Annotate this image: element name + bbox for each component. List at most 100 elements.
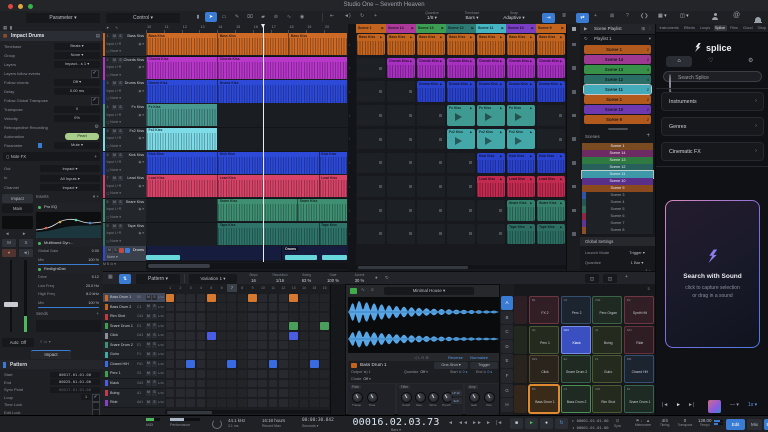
step-cell[interactable] <box>310 351 319 359</box>
routing-value[interactable]: Impact ▾ <box>40 165 100 172</box>
scene-list-item[interactable]: Scene 8 <box>582 227 653 234</box>
pad-rim-shot[interactable]: C#1Rim Shot <box>592 385 622 413</box>
track-mute-button[interactable]: M <box>112 34 117 39</box>
step-cell[interactable] <box>207 399 216 407</box>
empty-cell[interactable] <box>417 129 445 150</box>
range-tool[interactable]: ▭ <box>218 12 230 22</box>
inserts-add-icon[interactable]: ▾ + <box>93 194 99 200</box>
step-cell[interactable] <box>310 332 319 340</box>
prev-bar-button[interactable]: ◄ <box>448 420 453 426</box>
clip-cell[interactable]: Fx Kiss▶ <box>447 105 475 126</box>
inspector-row-value[interactable]: 0 <box>54 106 100 113</box>
audio-clip[interactable]: Lead Kiss <box>217 175 318 197</box>
step-cell[interactable] <box>248 380 257 388</box>
audio-clip[interactable]: Lead Kiss <box>146 175 217 197</box>
pad-snare-drum-2[interactable]: E1Snare Drum 2 <box>561 355 591 383</box>
strip-prev-icon[interactable]: ◄ <box>5 231 9 236</box>
step-cell[interactable] <box>166 294 175 302</box>
clip-cell[interactable]: Bass Kiss▶ <box>537 34 565 55</box>
sends-header[interactable]: Sends+ <box>36 311 101 319</box>
step-cell[interactable] <box>238 332 247 340</box>
clip-cell[interactable]: Chords Kiss▶ <box>507 58 535 79</box>
track-automation-label[interactable]: ◻ None ▾ <box>107 73 122 77</box>
step-cell[interactable] <box>248 389 257 397</box>
step-cell[interactable] <box>207 370 216 378</box>
clip-cell[interactable]: Kick Kiss▶ <box>507 153 535 174</box>
empty-cell[interactable] <box>387 200 415 221</box>
pattern-row-closed-hih[interactable]: Closed HiHF#1MS1/16 <box>103 360 165 370</box>
empty-cell[interactable] <box>357 153 385 174</box>
playlist-menu-icon[interactable]: ⋮ <box>648 26 652 32</box>
empty-cell[interactable] <box>447 224 475 245</box>
row-mute-button[interactable]: M <box>146 352 151 358</box>
track-stop-icon[interactable] <box>572 66 576 70</box>
pattern-row-snare-drum-1[interactable]: Snare Drum 1D1MS1/16 <box>103 322 165 332</box>
routing-value[interactable]: Impact ▾ <box>40 184 100 191</box>
record-arm-button[interactable]: ● <box>2 249 16 257</box>
row-solo-button[interactable]: S <box>152 352 157 358</box>
inspector-title-bar[interactable]: ▦ Impact Drums ▤ <box>0 31 103 41</box>
step-cell[interactable] <box>197 370 206 378</box>
audio-clip[interactable]: Drums Kiss <box>217 80 347 102</box>
step-cell[interactable] <box>279 351 288 359</box>
line-tool[interactable]: ▮ <box>192 12 204 22</box>
stop-button[interactable]: ■ <box>510 418 523 429</box>
track-mute-button[interactable]: M <box>112 58 117 63</box>
splice-category-genres[interactable]: Genres› <box>661 117 764 136</box>
bank-button-f[interactable]: F <box>501 369 513 383</box>
browse-view-button[interactable]: Browse <box>764 419 768 430</box>
routing-value[interactable]: All Inputs ▾ <box>40 175 100 182</box>
next-bar-button[interactable]: ► <box>486 420 491 426</box>
knob-res[interactable] <box>415 392 426 403</box>
step-cell[interactable] <box>217 322 226 330</box>
clip-cell[interactable]: Kick Kiss▶ <box>537 153 565 174</box>
empty-cell[interactable] <box>357 176 385 197</box>
delete-icon[interactable]: ⊠ <box>610 13 614 19</box>
step-cell[interactable] <box>258 341 267 349</box>
plugin-power-dot[interactable] <box>38 242 41 245</box>
clip-cell[interactable]: Drums Kiss▶ <box>507 81 535 102</box>
bank-button-c[interactable]: C <box>501 325 513 339</box>
knob-tune[interactable] <box>367 392 378 403</box>
step-cell[interactable] <box>320 313 329 321</box>
step-cell[interactable] <box>217 303 226 311</box>
audio-clip[interactable]: Snare Kiss <box>297 199 347 221</box>
step-cell[interactable] <box>186 360 195 368</box>
clip-cell[interactable]: Drums Kiss▶ <box>537 81 565 102</box>
clip-cell[interactable]: Lead Kiss▶ <box>477 176 505 197</box>
step-cell[interactable] <box>197 389 206 397</box>
clip-cell[interactable]: Bass Kiss▶ <box>447 34 475 55</box>
step-cell[interactable] <box>269 313 278 321</box>
step-cell[interactable] <box>166 351 175 359</box>
track-record-arm[interactable] <box>119 248 124 253</box>
fader-track[interactable] <box>10 260 12 332</box>
scene-list-item[interactable]: Scene 11 <box>582 171 653 178</box>
step-cell[interactable] <box>227 341 236 349</box>
step-cell[interactable] <box>320 303 329 311</box>
row-mute-button[interactable]: M <box>146 390 151 396</box>
track-mute-button[interactable]: M <box>112 200 117 205</box>
step-cell[interactable] <box>269 332 278 340</box>
step-cell[interactable] <box>289 322 298 330</box>
track-expand-chevron[interactable]: ‹ <box>349 113 350 118</box>
track-expand-chevron[interactable]: ‹ <box>349 231 350 236</box>
empty-cell[interactable] <box>387 224 415 245</box>
step-cell[interactable] <box>186 351 195 359</box>
step-cell[interactable] <box>238 380 247 388</box>
step-cell[interactable] <box>320 360 329 368</box>
listen-tool[interactable]: ◉ <box>296 12 308 22</box>
playlist-item-6[interactable]: Scene 12 <box>584 95 651 104</box>
step-cell[interactable] <box>320 341 329 349</box>
param-value[interactable]: 100 % <box>88 258 99 262</box>
empty-cell[interactable] <box>387 81 415 102</box>
pad-click[interactable]: D#1Click <box>529 355 559 383</box>
pad-bass-drum-1[interactable]: B0Bass Drum 1 <box>529 385 559 413</box>
step-cell[interactable] <box>186 294 195 302</box>
step-cell[interactable] <box>166 399 175 407</box>
step-cell[interactable] <box>289 380 298 388</box>
browser-tab-cloud[interactable]: Cloud <box>741 25 754 31</box>
splice-home-button[interactable]: ⌂ <box>666 56 692 67</box>
at-icon[interactable]: @ <box>733 12 740 19</box>
pattern-row-click[interactable]: ClickD#1MS1/16 <box>103 331 165 341</box>
row-rate[interactable]: 1/16 <box>158 391 164 395</box>
